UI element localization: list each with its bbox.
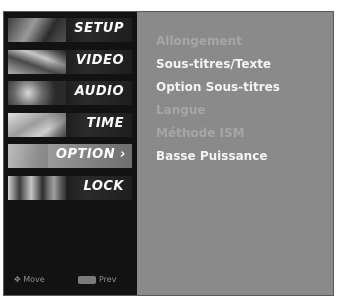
option-option-sous-titres[interactable]: Option Sous-titres (156, 76, 331, 99)
option-basse-puissance[interactable]: Basse Puissance (156, 145, 331, 168)
option-langue: Langue (156, 103, 206, 117)
menu-item-label: TIME (86, 116, 124, 131)
menu-item-option[interactable]: OPTION › (8, 144, 132, 168)
menu-item-label: AUDIO (74, 84, 124, 99)
move-arrows-icon: ✥ (14, 275, 21, 284)
option-sous-titres-texte[interactable]: Sous-titres/Texte (156, 53, 331, 76)
menu-item-lock[interactable]: LOCK (8, 176, 132, 200)
menu-key-icon (78, 275, 96, 284)
hint-move: ✥ Move (14, 275, 45, 284)
menu-item-video[interactable]: VIDEO (8, 50, 132, 74)
option-methode-ism: Méthode ISM (156, 126, 245, 140)
tv-osd-menu: SETUP VIDEO AUDIO TIME OPTION › LOCK ✥ M… (3, 11, 334, 296)
menu-item-label: LOCK (83, 179, 124, 194)
menu-item-label: SETUP (74, 21, 124, 36)
option-submenu: Allongement Sous-titres/Texte Option Sou… (156, 30, 331, 168)
option-allongement: Allongement (156, 34, 242, 48)
menu-item-audio[interactable]: AUDIO (8, 81, 132, 105)
menu-item-time[interactable]: TIME (8, 113, 132, 137)
menu-item-label: OPTION › (55, 147, 126, 162)
menu-item-label: VIDEO (75, 53, 124, 68)
menu-item-setup[interactable]: SETUP (8, 18, 132, 42)
hint-prev: Prev (78, 275, 116, 284)
chevron-right-icon: › (120, 147, 126, 162)
main-menu-sidebar: SETUP VIDEO AUDIO TIME OPTION › LOCK ✥ M… (4, 12, 137, 295)
